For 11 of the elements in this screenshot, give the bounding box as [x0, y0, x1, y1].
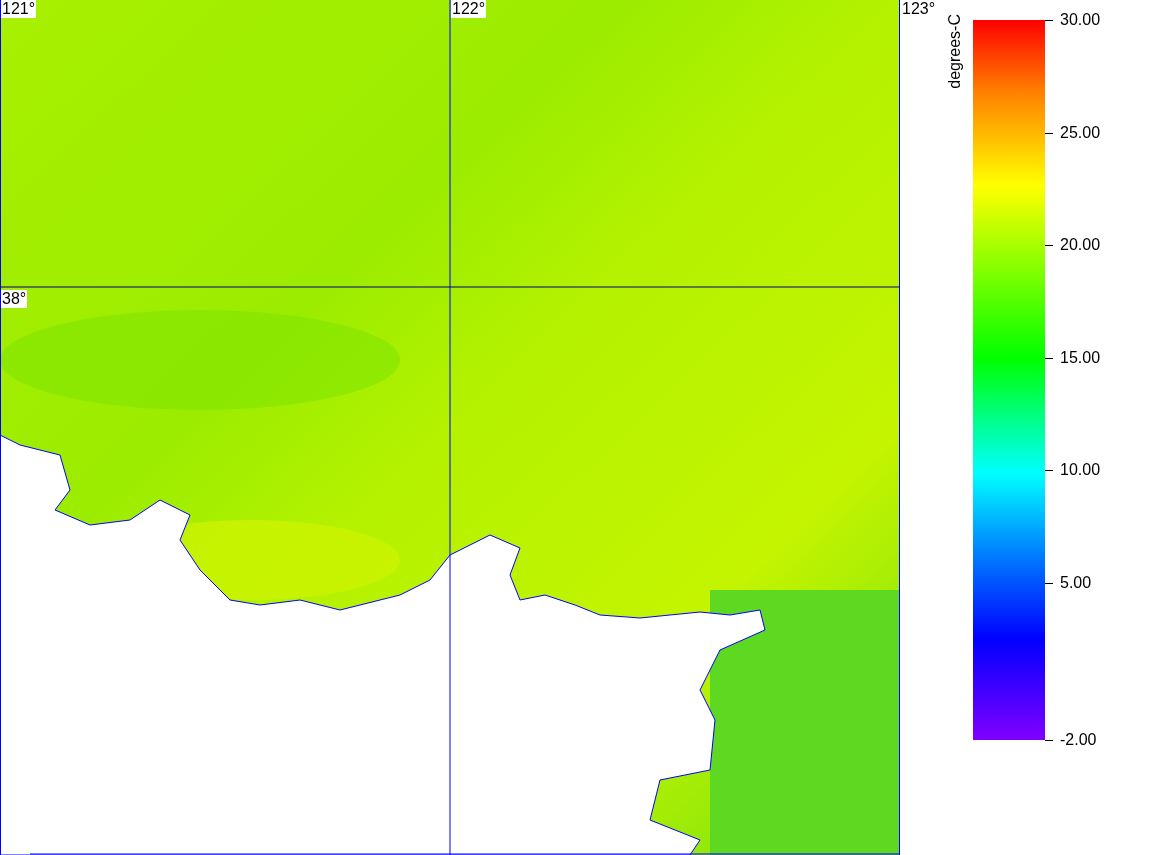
colorbar-tick-label: 5.00: [1060, 572, 1092, 593]
longitude-label: 122°: [451, 0, 487, 18]
latitude-label: 38°: [1, 290, 28, 308]
colorbar-tick-label: 15.00: [1060, 347, 1101, 368]
colorbar-title: degrees-C: [946, 14, 964, 89]
colorbar-tick-label: -2.00: [1060, 730, 1097, 750]
colorbar-tick-label: 30.00: [1060, 10, 1101, 30]
longitude-label: 121°: [1, 0, 37, 18]
colorbar-tick-label: 10.00: [1060, 460, 1101, 480]
colorbar-tick-label: 20.00: [1060, 235, 1101, 255]
colorbar-tick-label: 25.00: [1060, 122, 1101, 143]
